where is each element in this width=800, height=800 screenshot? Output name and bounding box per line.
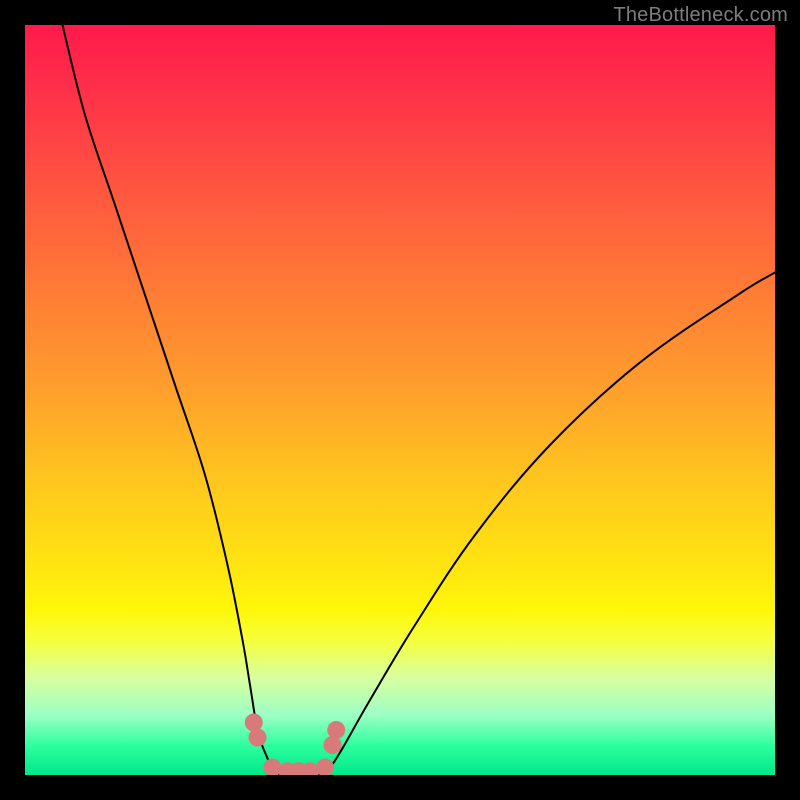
valley-marker: [245, 714, 263, 732]
watermark-text: TheBottleneck.com: [613, 4, 788, 27]
valley-marker: [249, 729, 267, 747]
bottleneck-curve: [25, 25, 775, 775]
valley-marker: [316, 759, 334, 776]
curve-path: [63, 25, 776, 775]
valley-marker: [327, 721, 345, 739]
valley-marker: [324, 736, 342, 754]
chart-stage: TheBottleneck.com: [0, 0, 800, 800]
gradient-plot-area: [25, 25, 775, 775]
